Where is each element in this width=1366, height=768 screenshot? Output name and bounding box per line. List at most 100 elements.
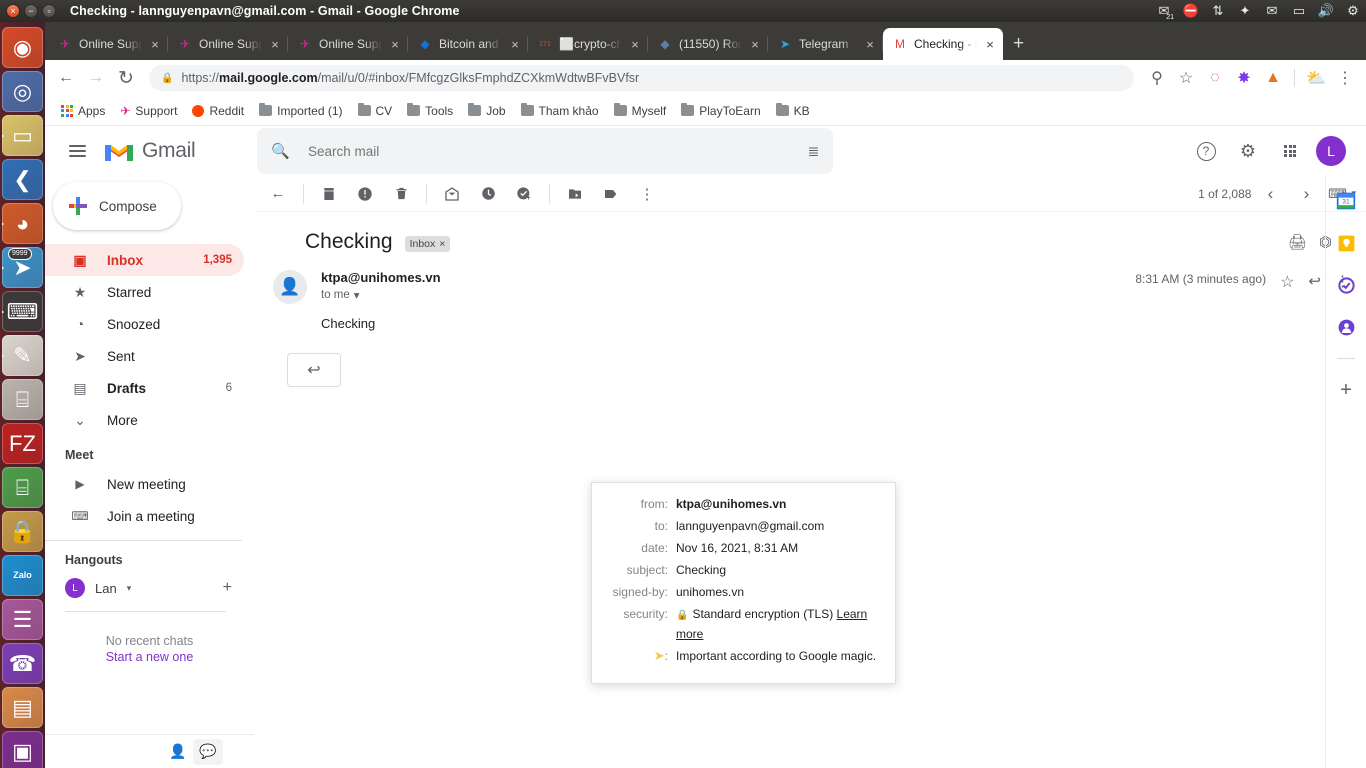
browser-tab[interactable]: ✈ Online Suppo × bbox=[288, 28, 408, 60]
new-tab-button[interactable]: + bbox=[1003, 33, 1034, 60]
ubuntu-dash-icon[interactable]: ◉ bbox=[2, 27, 43, 68]
filezilla-icon[interactable]: FZ bbox=[2, 423, 43, 464]
window-minimize-button[interactable]: − bbox=[24, 4, 38, 18]
remote-desktop-icon[interactable]: ☰ bbox=[2, 599, 43, 640]
help-icon[interactable]: ? bbox=[1190, 135, 1222, 167]
bookmark-item[interactable]: Myself bbox=[608, 101, 673, 121]
delete-icon[interactable] bbox=[384, 177, 418, 211]
bookmark-item[interactable]: Reddit bbox=[186, 101, 250, 121]
bookmark-item[interactable]: ✈ Support bbox=[114, 101, 183, 121]
browser-tab[interactable]: ✈ Online Suppo × bbox=[48, 28, 168, 60]
forward-button[interactable]: → bbox=[83, 65, 109, 91]
tab-close-button[interactable]: × bbox=[388, 37, 402, 52]
more-options-icon[interactable]: ⋮ bbox=[630, 177, 664, 211]
reply-icon[interactable]: ↩ bbox=[1308, 272, 1321, 290]
star-icon[interactable]: ☆ bbox=[1280, 272, 1294, 292]
bookmark-item[interactable]: Tham khảo bbox=[515, 101, 605, 121]
search-input[interactable] bbox=[308, 143, 790, 159]
report-spam-icon[interactable] bbox=[348, 177, 382, 211]
mail-icon[interactable]: ✉ bbox=[1263, 2, 1281, 20]
gmail-logo[interactable]: Gmail bbox=[103, 139, 196, 163]
hangouts-user-row[interactable]: L Lan ▾ + bbox=[45, 573, 254, 603]
browser-tab[interactable]: ➤ Telegram × bbox=[768, 28, 883, 60]
browser-tab[interactable]: 171 ⬜crypto-chat × bbox=[528, 28, 648, 60]
contacts-icon[interactable]: 👤 bbox=[163, 739, 193, 765]
metamask-fox-icon[interactable]: ▲ bbox=[1260, 65, 1286, 91]
avatar[interactable]: L bbox=[1316, 136, 1346, 166]
pager-next-button[interactable]: › bbox=[1289, 177, 1323, 211]
move-to-icon[interactable] bbox=[558, 177, 592, 211]
terminal-icon[interactable]: ⌨ bbox=[2, 291, 43, 332]
labels-icon[interactable] bbox=[594, 177, 628, 211]
tab-close-button[interactable]: × bbox=[148, 37, 162, 52]
bookmark-item[interactable]: CV bbox=[352, 101, 399, 121]
sidebar-item-snoozed[interactable]: ◔ Snoozed bbox=[45, 308, 244, 340]
tab-close-button[interactable]: × bbox=[508, 37, 522, 52]
search-bar[interactable]: 🔍 ≣ bbox=[257, 128, 834, 174]
add-to-tasks-icon[interactable] bbox=[507, 177, 541, 211]
bookmark-item[interactable]: PlayToEarn bbox=[675, 101, 766, 121]
tab-close-button[interactable]: × bbox=[863, 37, 877, 52]
chrome-icon[interactable]: ◎ bbox=[2, 71, 43, 112]
viber-icon[interactable]: ☎ bbox=[2, 643, 43, 684]
zoom-out-icon[interactable]: ⚲ bbox=[1144, 65, 1170, 91]
browser-tab[interactable]: M Checking - lan × bbox=[883, 28, 1003, 60]
reload-button[interactable]: ↻ bbox=[113, 65, 139, 91]
main-menu-button[interactable] bbox=[57, 131, 97, 171]
do-not-disturb-icon[interactable]: ⛔ bbox=[1182, 2, 1200, 20]
extension-flower-icon[interactable]: ✸ bbox=[1231, 65, 1257, 91]
chrome-menu-icon[interactable]: ⋮ bbox=[1332, 65, 1358, 91]
sidebar-item-starred[interactable]: ★ Starred bbox=[45, 276, 244, 308]
sidebar-item-drafts[interactable]: ▤ Drafts 6 bbox=[45, 372, 244, 404]
sidebar-item-inbox[interactable]: ▣ Inbox 1,395 bbox=[45, 244, 244, 276]
settings-icon[interactable]: ⚙ bbox=[1344, 2, 1362, 20]
reply-button[interactable]: ↩ bbox=[287, 353, 341, 387]
notes-icon[interactable]: ▭ bbox=[2, 115, 43, 156]
google-calendar-icon[interactable]: 31 bbox=[1335, 190, 1357, 212]
libreoffice-impress-icon[interactable]: ▤ bbox=[2, 687, 43, 728]
add-addon-icon[interactable]: + bbox=[1335, 379, 1357, 401]
gear-icon[interactable]: ⚙ bbox=[1232, 135, 1264, 167]
bookmark-item[interactable]: Imported (1) bbox=[253, 101, 348, 121]
messaging-icon[interactable]: ✉ 21 bbox=[1155, 2, 1175, 21]
back-button[interactable]: ← bbox=[53, 65, 79, 91]
tab-close-button[interactable]: × bbox=[268, 37, 282, 52]
sidebar-item-more[interactable]: ⌄ More bbox=[45, 404, 244, 436]
recipient-line[interactable]: to me ▾ bbox=[321, 288, 1135, 302]
bookmark-item[interactable]: KB bbox=[770, 101, 816, 121]
label-chip-inbox[interactable]: Inbox × bbox=[404, 236, 451, 252]
chrome-beta-icon[interactable]: ◕ bbox=[2, 203, 43, 244]
search-options-icon[interactable]: ≣ bbox=[808, 143, 820, 160]
google-keep-icon[interactable] bbox=[1335, 232, 1357, 254]
battery-icon[interactable]: ▭ bbox=[1290, 2, 1308, 20]
libreoffice-calc-icon[interactable]: ⌸ bbox=[2, 467, 43, 508]
zeal-icon[interactable]: ❮ bbox=[2, 159, 43, 200]
add-conversation-icon[interactable]: + bbox=[223, 579, 254, 597]
print-icon[interactable]: 🖨 bbox=[1288, 233, 1307, 251]
files-icon[interactable]: ⌸ bbox=[2, 379, 43, 420]
bookmark-item[interactable]: Tools bbox=[401, 101, 459, 121]
browser-tab[interactable]: ◆ (11550) Roun × bbox=[648, 28, 768, 60]
snooze-icon[interactable] bbox=[471, 177, 505, 211]
telegram-icon[interactable]: ➤ 9999 bbox=[2, 247, 43, 288]
hangouts-icon[interactable]: 💬 bbox=[193, 738, 223, 765]
bookmark-item[interactable]: Apps bbox=[55, 101, 111, 121]
tab-close-button[interactable]: × bbox=[628, 37, 642, 52]
zalo-icon[interactable]: Zalo bbox=[2, 555, 43, 596]
chevron-down-icon[interactable]: ▾ bbox=[354, 288, 360, 302]
archive-icon[interactable] bbox=[312, 177, 346, 211]
text-editor-icon[interactable]: ✎ bbox=[2, 335, 43, 376]
start-new-chat-link[interactable]: Start a new one bbox=[45, 650, 254, 664]
google-contacts-icon[interactable] bbox=[1335, 316, 1357, 338]
chevron-down-icon[interactable]: ▾ bbox=[127, 583, 132, 594]
bookmark-item[interactable]: Job bbox=[462, 101, 511, 121]
extension-circle-icon[interactable]: ◌ bbox=[1202, 65, 1228, 91]
address-bar[interactable]: 🔒 https://mail.google.com/mail/u/0/#inbo… bbox=[149, 65, 1134, 91]
window-close-button[interactable]: × bbox=[6, 4, 20, 18]
network-icon[interactable]: ⇅ bbox=[1209, 2, 1227, 20]
profile-weather-icon[interactable]: ⛅ bbox=[1303, 65, 1329, 91]
meet-item[interactable]: ⌨ Join a meeting bbox=[45, 500, 244, 532]
meet-item[interactable]: ▶ New meeting bbox=[45, 468, 244, 500]
volume-icon[interactable]: 🔊 bbox=[1317, 2, 1335, 20]
compose-button[interactable]: Compose bbox=[53, 182, 181, 230]
